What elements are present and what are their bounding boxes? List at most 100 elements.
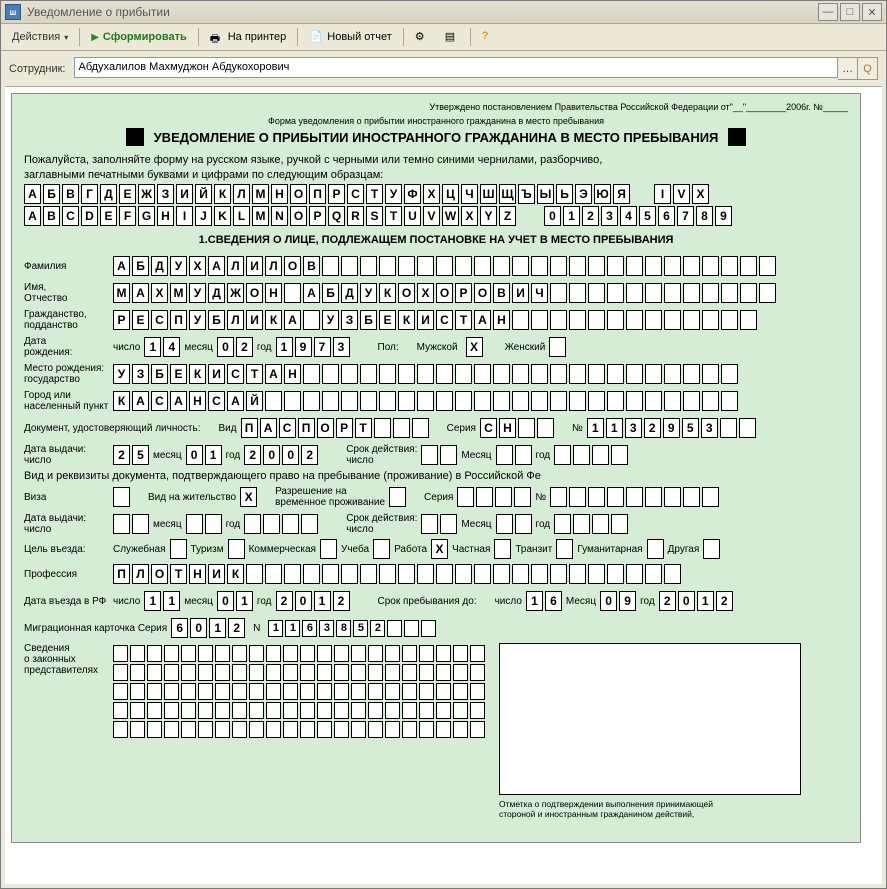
cell	[303, 564, 320, 584]
cell	[322, 256, 339, 276]
cell	[266, 664, 281, 681]
window-title: Уведомление о прибытии	[27, 5, 170, 19]
cell: 1	[587, 418, 604, 438]
cell	[493, 364, 510, 384]
cell: 0	[217, 591, 234, 611]
cell: 0	[282, 445, 299, 465]
cell	[645, 391, 662, 411]
cell	[518, 418, 535, 438]
cell	[421, 620, 436, 637]
document-area: Утверждено постановлением Правительства …	[5, 86, 882, 884]
cell	[626, 391, 643, 411]
cell	[683, 391, 700, 411]
cell: С	[151, 310, 168, 330]
cell	[263, 514, 280, 534]
cell	[300, 702, 315, 719]
cell	[283, 664, 298, 681]
document-scroll[interactable]: Утверждено постановлением Правительства …	[5, 87, 882, 884]
cell: И	[512, 283, 529, 303]
cit-cells: РЕСПУБЛИКА УЗБЕКИСТАН	[113, 310, 757, 330]
rights-note: Вид и реквизиты документа, подтверждающе…	[24, 470, 848, 482]
cell	[664, 310, 681, 330]
cell: Й	[246, 391, 263, 411]
cell: 2	[301, 445, 318, 465]
play-icon: ▶	[91, 32, 99, 43]
signature-box	[499, 643, 801, 795]
employee-lookup-button[interactable]: Q	[858, 57, 878, 80]
section1-title: 1.СВЕДЕНИЯ О ЛИЦЕ, ПОДЛЕЖАЩЕМ ПОСТАНОВКЕ…	[24, 234, 848, 246]
name-cells: МАХМУДЖОН АБДУКОХОРОВИЧ	[113, 283, 776, 303]
app-icon: ш	[5, 4, 21, 20]
cell	[283, 721, 298, 738]
employee-select-button[interactable]: …	[838, 57, 858, 80]
cell	[721, 283, 738, 303]
cell	[702, 391, 719, 411]
cell	[569, 564, 586, 584]
cell	[147, 721, 162, 738]
toolbar: Действия ▾ ▶Сформировать 🖶На принтер 📄Но…	[1, 24, 886, 51]
cell: 0	[263, 445, 280, 465]
maximize-button[interactable]: □	[840, 3, 860, 21]
cell	[398, 564, 415, 584]
cell	[368, 683, 383, 700]
cell	[368, 721, 383, 738]
cell	[496, 445, 513, 465]
tool-icon-1[interactable]: ⚙	[408, 26, 436, 48]
cell	[495, 487, 512, 507]
close-button[interactable]: ✕	[862, 3, 882, 21]
cell	[721, 310, 738, 330]
cell	[181, 683, 196, 700]
generate-button[interactable]: ▶Сформировать	[84, 26, 194, 48]
cell	[198, 645, 213, 662]
cell: И	[208, 564, 225, 584]
tool-icon-2[interactable]: ▤	[438, 26, 466, 48]
cell	[721, 364, 738, 384]
cell: 0	[678, 591, 695, 611]
cell: 1	[285, 620, 300, 637]
employee-input[interactable]: Абдухалилов Махмуджон Абдукохорович	[74, 57, 839, 78]
actions-menu[interactable]: Действия ▾	[5, 26, 75, 48]
cell	[368, 664, 383, 681]
cell	[181, 721, 196, 738]
cell	[317, 645, 332, 662]
cell	[664, 256, 681, 276]
cell	[419, 683, 434, 700]
cell: 6	[545, 591, 562, 611]
cell: Р	[113, 310, 130, 330]
cell	[419, 645, 434, 662]
right-marker	[728, 128, 746, 146]
cell	[453, 683, 468, 700]
print-button[interactable]: 🖶На принтер	[203, 26, 294, 48]
approval-text: Утверждено постановлением Правительства …	[24, 102, 848, 112]
form-page: Утверждено постановлением Правительства …	[11, 93, 861, 843]
cell	[588, 256, 605, 276]
cell	[198, 702, 213, 719]
cell	[360, 391, 377, 411]
new-report-button[interactable]: 📄Новый отчет	[302, 26, 398, 48]
form-note: Форма уведомления о прибытии иностранног…	[24, 116, 848, 126]
cell: 7	[314, 337, 331, 357]
cell	[537, 418, 554, 438]
cell	[588, 391, 605, 411]
cell	[569, 391, 586, 411]
cell: 1	[314, 591, 331, 611]
cell	[702, 283, 719, 303]
cell	[283, 702, 298, 719]
cell	[113, 664, 128, 681]
cell	[417, 256, 434, 276]
cell	[664, 391, 681, 411]
cell: П	[298, 418, 315, 438]
cell: Р	[336, 418, 353, 438]
cell: 2	[644, 418, 661, 438]
cell: 1	[526, 591, 543, 611]
minimize-button[interactable]: —	[818, 3, 838, 21]
help-button[interactable]: ?	[475, 26, 503, 48]
cell	[664, 364, 681, 384]
cell: 0	[600, 591, 617, 611]
cell	[300, 664, 315, 681]
cell: 0	[217, 337, 234, 357]
cell	[470, 683, 485, 700]
dob-label: Дата рождения:	[24, 336, 109, 358]
cell	[740, 310, 757, 330]
cell	[607, 283, 624, 303]
